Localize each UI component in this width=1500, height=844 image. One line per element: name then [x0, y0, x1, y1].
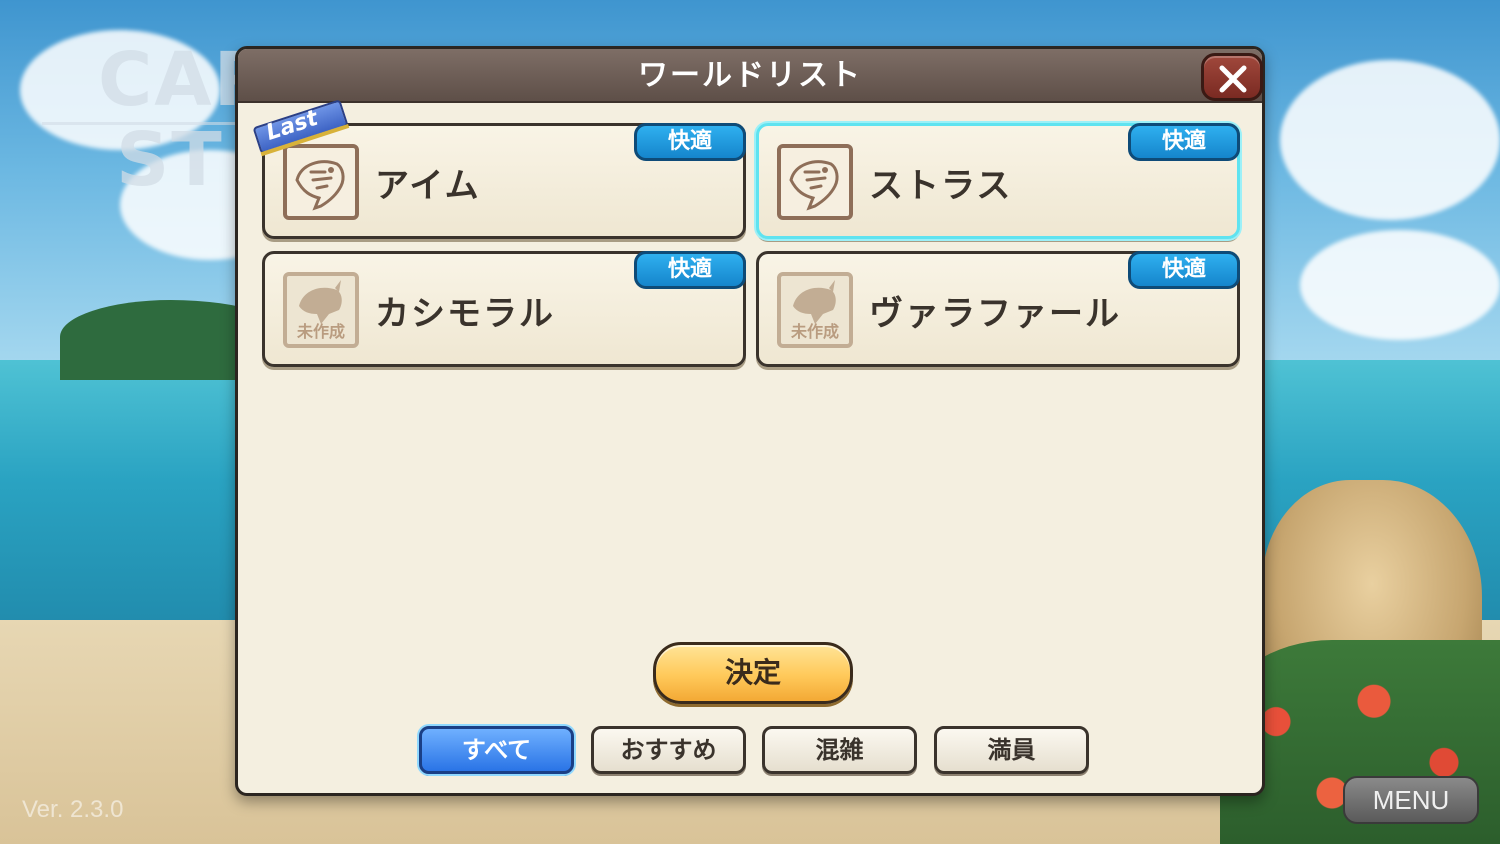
- world-emblem: [777, 144, 853, 220]
- filter-all-button[interactable]: すべて: [419, 726, 574, 774]
- logo-line-1: CAR: [98, 37, 273, 123]
- close-icon: [1219, 65, 1247, 93]
- world-emblem: 未作成: [283, 272, 359, 348]
- status-badge: 快適: [634, 251, 746, 289]
- uncreated-label: 未作成: [296, 322, 345, 341]
- world-list-dialog: ワールドリスト Last アイム 快適 ストラス 快適 未作成 カシモラル 快適…: [235, 46, 1265, 796]
- confirm-button[interactable]: 決定: [653, 642, 853, 704]
- dialog-header: ワールドリスト: [238, 49, 1263, 103]
- beast-emblem-icon: [295, 160, 345, 211]
- world-name: カシモラル: [375, 294, 555, 334]
- world-card-valafar[interactable]: 未作成 ヴァラファール 快適: [756, 251, 1240, 367]
- logo-line-2: ST: [116, 117, 224, 203]
- close-button[interactable]: [1201, 53, 1263, 101]
- cloud: [1280, 60, 1500, 220]
- cloud: [1300, 230, 1500, 340]
- game-logo: CAR ST: [42, 37, 273, 210]
- filter-full-button[interactable]: 満員: [934, 726, 1089, 774]
- world-emblem: 未作成: [777, 272, 853, 348]
- world-card-kashimoral[interactable]: 未作成 カシモラル 快適: [262, 251, 746, 367]
- filter-crowded-button[interactable]: 混雑: [762, 726, 917, 774]
- filter-recommended-button[interactable]: おすすめ: [591, 726, 746, 774]
- menu-button[interactable]: MENU: [1343, 776, 1479, 824]
- world-name: ストラス: [869, 166, 1013, 206]
- world-name: ヴァラファール: [869, 294, 1121, 334]
- version-label: Ver. 2.3.0: [22, 796, 124, 823]
- status-badge: 快適: [1128, 123, 1240, 161]
- uncreated-label: 未作成: [790, 322, 839, 341]
- logo-rule: [42, 122, 242, 125]
- world-card-aim[interactable]: Last アイム 快適: [252, 99, 746, 239]
- dialog-title: ワールドリスト: [638, 58, 862, 93]
- world-emblem: [283, 144, 359, 220]
- world-card-strus[interactable]: ストラス 快適: [756, 123, 1240, 239]
- status-badge: 快適: [634, 123, 746, 161]
- world-name: アイム: [375, 166, 481, 206]
- status-badge: 快適: [1128, 251, 1240, 289]
- beast-emblem-icon: [789, 160, 839, 211]
